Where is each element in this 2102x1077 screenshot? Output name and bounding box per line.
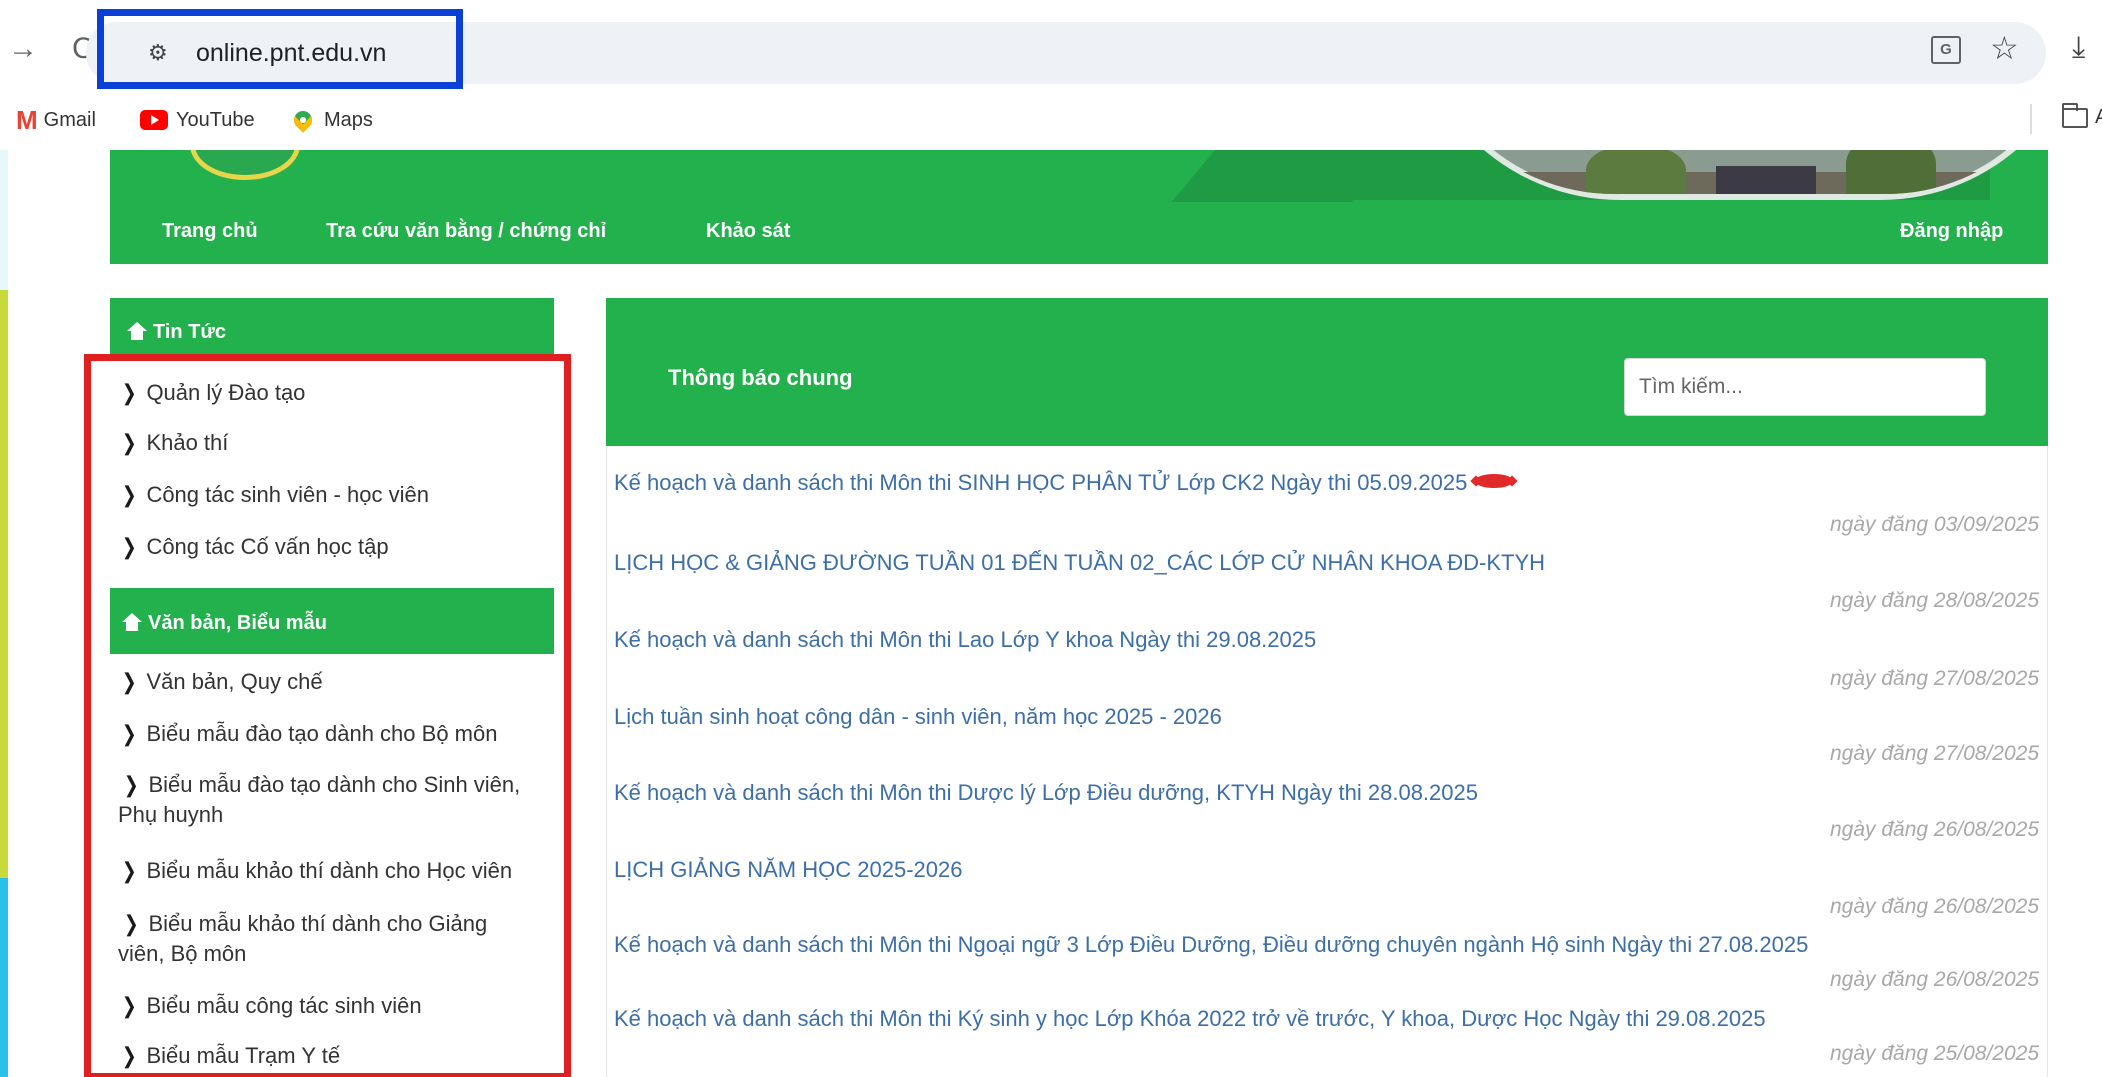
sidebar-highlight-box [84,354,571,1077]
banner-campus-photo [1410,150,2048,200]
bookmark-gmail[interactable]: M Gmail [16,104,96,136]
bookmark-star-icon[interactable]: ☆ [1990,30,2019,66]
panel-title: Thông báo chung [668,365,853,390]
bookmark-maps[interactable]: Maps [290,104,373,136]
bookmark-label: YouTube [176,108,255,131]
all-bookmarks-label[interactable]: A [2095,106,2102,129]
news-item-title[interactable]: Kế hoạch và danh sách thi Môn thi Ngoại … [614,930,1808,960]
news-item-title[interactable]: LỊCH GIẢNG NĂM HỌC 2025-2026 [614,855,962,885]
nav-home[interactable]: Trang chủ [162,218,258,244]
news-title-text: Kế hoạch và danh sách thi Môn thi SINH H… [614,470,1468,495]
bookmarks-divider [2030,104,2032,134]
youtube-icon [140,110,168,130]
news-item-date: ngày đăng 26/08/2025 [1829,968,2039,991]
nav-login[interactable]: Đăng nhập [1900,218,2003,244]
news-item-date: ngày đăng 28/08/2025 [1829,589,2039,612]
sidebar-section-title: Tin Tức [127,319,226,345]
news-item-date: ngày đăng 25/08/2025 [1829,1042,2039,1065]
new-badge-icon [1475,474,1514,488]
news-item-date: ngày đăng 27/08/2025 [1829,667,2039,690]
nav-certificate-lookup[interactable]: Tra cứu văn bằng / chứng chỉ [326,218,606,244]
sidebar-section-title-text: Tin Tức [153,321,227,343]
background-window-edge [0,878,8,1077]
bookmark-youtube[interactable]: YouTube [140,104,255,136]
forward-arrow-icon[interactable]: → [8,34,38,64]
url-highlight-box [97,9,463,89]
news-item-title[interactable]: Kế hoạch và danh sách thi Môn thi Ký sin… [614,1004,1766,1034]
folder-icon[interactable] [2062,103,2088,128]
news-item-title[interactable]: LỊCH HỌC & GIẢNG ĐƯỜNG TUẦN 01 ĐẾN TUẦN … [614,548,1545,578]
news-item-date: ngày đăng 26/08/2025 [1829,895,2039,918]
news-item-title[interactable]: Kế hoạch và danh sách thi Môn thi Dược l… [614,778,1478,808]
background-window-edge [0,290,8,878]
download-icon[interactable]: ⤓ [2072,30,2085,66]
search-input[interactable] [1624,358,1986,416]
maps-pin-icon [290,107,316,133]
bookmark-label: Maps [324,108,373,131]
news-item-date: ngày đăng 26/08/2025 [1829,818,2039,841]
nav-survey[interactable]: Khảo sát [706,218,790,244]
bookmark-label: Gmail [43,108,96,131]
background-window-edge [0,150,8,290]
translate-icon[interactable]: G [1931,36,1961,64]
news-item-title[interactable]: Kế hoạch và danh sách thi Môn thi SINH H… [614,468,1514,498]
gmail-icon: M [16,105,38,135]
news-item-date: ngày đăng 27/08/2025 [1829,742,2039,765]
site-banner [110,150,2048,202]
news-item-date: ngày đăng 03/09/2025 [1829,513,2039,536]
news-item-title[interactable]: Kế hoạch và danh sách thi Môn thi Lao Lớ… [614,625,1316,655]
news-item-title[interactable]: Lịch tuần sinh hoạt công dân - sinh viên… [614,702,1222,732]
home-icon [127,322,147,340]
school-logo[interactable] [190,150,300,180]
